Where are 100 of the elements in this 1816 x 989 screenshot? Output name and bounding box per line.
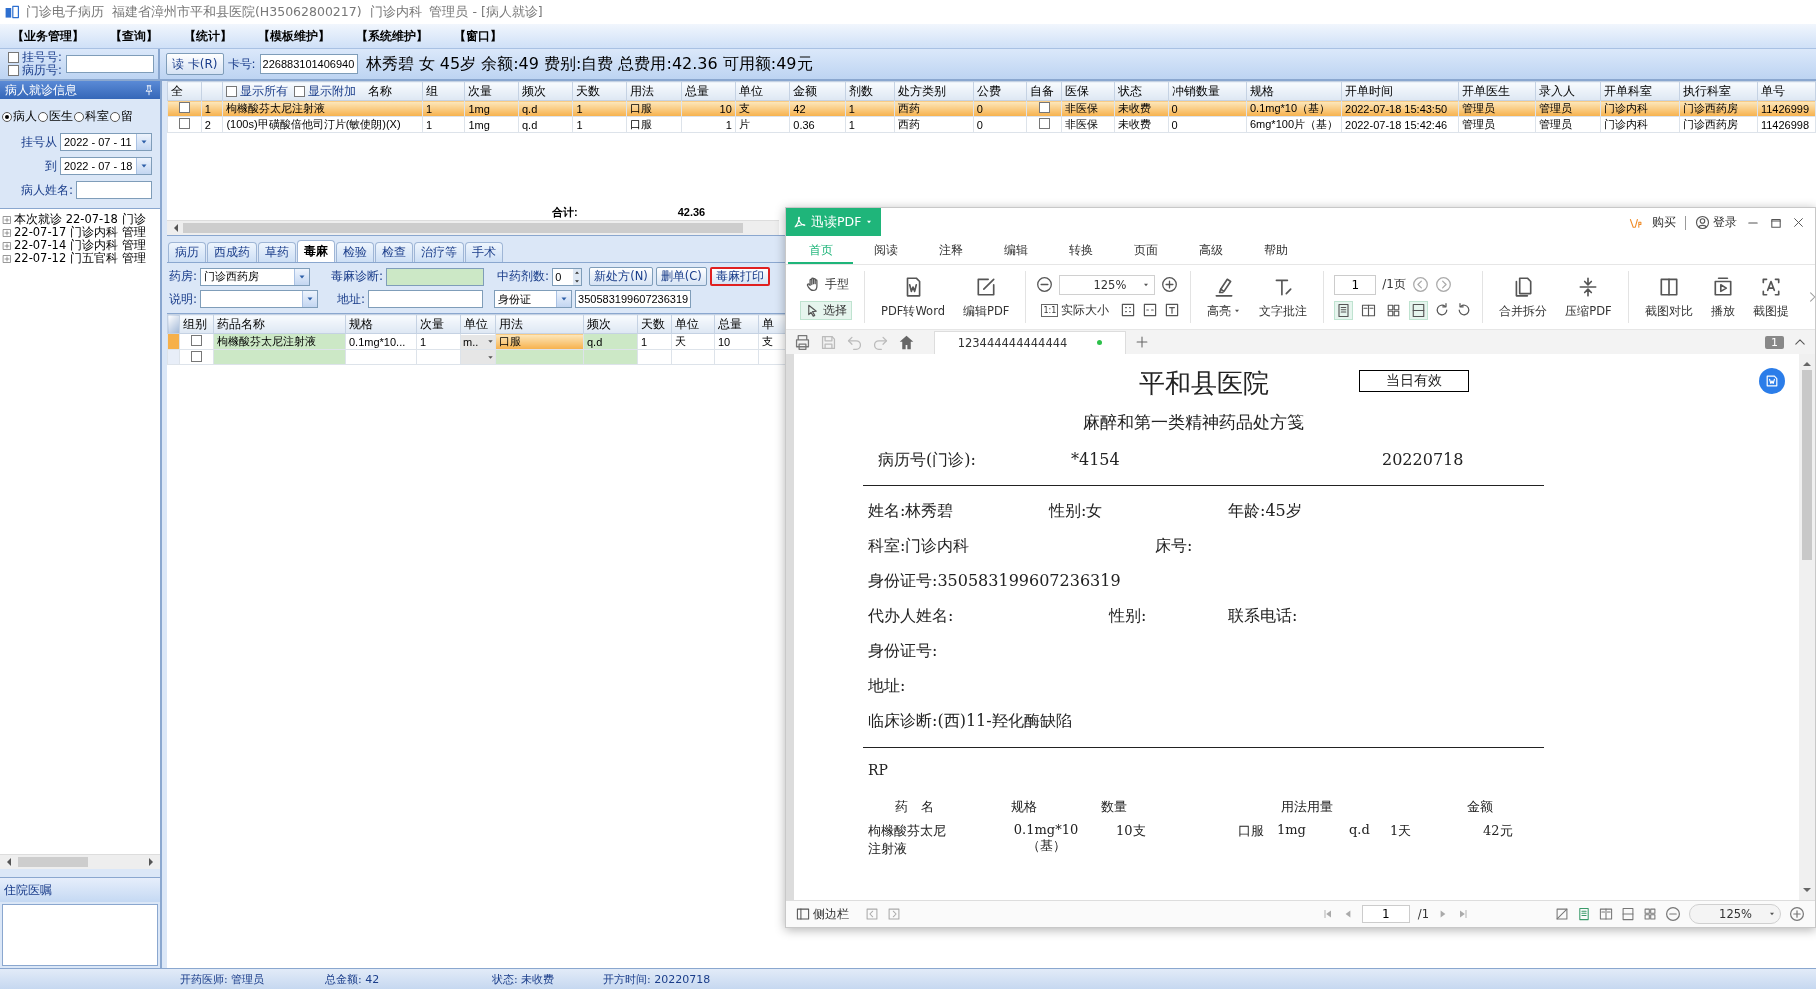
checkbox[interactable]: 挂号号: bbox=[8, 51, 62, 64]
tab[interactable]: 病历 bbox=[168, 242, 206, 262]
visit-item[interactable]: 本次就诊 22-07-18 门诊 bbox=[14, 212, 146, 227]
visit-item[interactable]: 22-07-17 门诊内科 管理 bbox=[14, 225, 146, 240]
login-button[interactable]: 登录 bbox=[1695, 214, 1737, 231]
checkbox[interactable] bbox=[191, 350, 202, 362]
zoom-in-icon[interactable] bbox=[1161, 276, 1179, 293]
edit-icon[interactable] bbox=[975, 275, 998, 298]
ribbon-tab[interactable]: 编辑 bbox=[983, 238, 1048, 264]
horizontal-scrollbar[interactable] bbox=[0, 854, 160, 869]
checkbox[interactable] bbox=[178, 118, 190, 129]
zoom-dropdown[interactable]: 125% bbox=[1689, 904, 1781, 924]
screenshot-extract-button[interactable]: 截图提 bbox=[1746, 275, 1795, 319]
forward-icon[interactable] bbox=[887, 907, 901, 921]
previous-page-icon[interactable] bbox=[1411, 276, 1429, 293]
ribbon-tab[interactable]: 转换 bbox=[1048, 238, 1113, 264]
visit-item[interactable]: 22-07-12 门五官科 管理 bbox=[14, 251, 146, 266]
tab[interactable]: 草药 bbox=[258, 242, 296, 262]
checkbox[interactable] bbox=[191, 335, 202, 346]
tab[interactable]: 治疗等 bbox=[414, 242, 464, 262]
fit-page-icon[interactable] bbox=[1120, 302, 1137, 318]
checkbox[interactable]: 显示附加 bbox=[294, 83, 357, 99]
checkbox[interactable] bbox=[178, 102, 190, 113]
expand-icon[interactable] bbox=[2, 227, 12, 238]
close-icon[interactable] bbox=[1792, 216, 1805, 229]
pharmacy-dropdown[interactable]: 门诊西药房 bbox=[200, 267, 311, 286]
first-page-icon[interactable] bbox=[1321, 908, 1334, 920]
form-button[interactable]: 毒麻打印 bbox=[709, 267, 770, 286]
play-button[interactable]: 播放 bbox=[1704, 275, 1741, 319]
buy-button[interactable]: 购买 bbox=[1652, 214, 1676, 231]
checkbox[interactable]: 病历号: bbox=[8, 64, 62, 77]
note-dropdown[interactable] bbox=[200, 290, 319, 308]
zoom-dropdown[interactable]: 125% bbox=[1059, 274, 1156, 295]
hand-tool-button[interactable]: 手型 bbox=[800, 274, 854, 295]
expand-icon[interactable] bbox=[2, 240, 12, 251]
card-number-field[interactable]: 226883101406940 bbox=[259, 54, 358, 74]
split-view-icon[interactable] bbox=[1657, 275, 1680, 298]
document-tab[interactable]: 123444444444444 bbox=[934, 330, 1126, 354]
grid-icon[interactable] bbox=[1643, 907, 1657, 921]
tab[interactable]: 检查 bbox=[375, 242, 413, 262]
highlight-button[interactable]: 高亮 bbox=[1201, 275, 1248, 319]
back-icon[interactable] bbox=[865, 907, 879, 921]
zoom-out-icon[interactable] bbox=[1036, 276, 1054, 293]
radio-button[interactable]: 医生 bbox=[38, 108, 73, 125]
zoom-in-icon[interactable] bbox=[1789, 906, 1805, 922]
ribbon-tab[interactable]: 阅读 bbox=[853, 238, 918, 264]
ribbon-tab[interactable]: 页面 bbox=[1113, 238, 1178, 264]
cursor-icon[interactable] bbox=[805, 303, 820, 318]
radio-button[interactable]: 留 bbox=[110, 108, 133, 125]
form-button[interactable]: 新处方(N) bbox=[589, 267, 653, 286]
tab[interactable]: 毒麻 bbox=[297, 240, 335, 262]
read-card-button[interactable]: 读 卡(R) bbox=[166, 53, 224, 75]
single-page-button[interactable] bbox=[1334, 300, 1354, 320]
visit-item[interactable]: 22-07-14 门诊内科 管理 bbox=[14, 238, 146, 253]
ribbon-tab[interactable]: 帮助 bbox=[1243, 238, 1308, 264]
pdf-logo-icon[interactable] bbox=[793, 215, 807, 229]
screenshot-compare-button[interactable]: 截图对比 bbox=[1638, 275, 1699, 319]
table-row[interactable]: 1 枸橼酸芬太尼注射液 1 1mg q.d 1 口服 10 支 42 1 西药 0 非医保 未收费 0 0.1mg*10（基） 2022-07-18 15:43:50 管理员 管理员 门诊内科 门诊西药房 11426999 bbox=[167, 100, 1816, 117]
unit-dropdown[interactable]: m.. bbox=[461, 334, 495, 349]
fit-width-icon[interactable] bbox=[1142, 302, 1159, 318]
user-icon[interactable] bbox=[1695, 215, 1710, 230]
compress-pdf-button[interactable]: 压缩PDF bbox=[1559, 275, 1618, 319]
checkbox[interactable] bbox=[1038, 102, 1050, 113]
expand-icon[interactable] bbox=[2, 214, 12, 225]
last-page-icon[interactable] bbox=[1457, 908, 1469, 920]
page-number-field[interactable]: 1 bbox=[1334, 274, 1377, 295]
print-icon[interactable] bbox=[794, 333, 811, 351]
radio-button[interactable]: 病人 bbox=[2, 108, 37, 125]
tab[interactable]: 手术 bbox=[465, 242, 503, 262]
pin-icon[interactable] bbox=[143, 84, 155, 96]
home-icon[interactable] bbox=[898, 333, 915, 351]
next-page-icon[interactable] bbox=[1434, 276, 1452, 293]
checkbox[interactable]: 显示所有 bbox=[226, 83, 289, 99]
menu-item[interactable]: 【系统维护】 bbox=[354, 28, 430, 44]
continuous-page-icon[interactable] bbox=[1621, 907, 1635, 921]
single-page-icon[interactable] bbox=[1577, 907, 1591, 921]
two-page-icon[interactable] bbox=[1599, 907, 1613, 921]
date-field[interactable]: 2022 - 07 - 18 bbox=[60, 157, 152, 175]
vertical-scrollbar[interactable] bbox=[1799, 354, 1815, 900]
patient-name-field[interactable] bbox=[76, 181, 152, 199]
address-field[interactable] bbox=[368, 290, 484, 308]
fit-icon[interactable] bbox=[1555, 907, 1569, 921]
horizontal-scrollbar[interactable] bbox=[167, 220, 779, 235]
text-note-button[interactable]: 文字批注 bbox=[1253, 275, 1314, 319]
add-tab-icon[interactable] bbox=[1135, 335, 1149, 349]
page-number-field[interactable]: 1 bbox=[1361, 905, 1410, 923]
edit-pdf-button[interactable]: 编辑PDF bbox=[956, 275, 1016, 319]
tab[interactable]: 检验 bbox=[336, 242, 374, 262]
radio-button[interactable]: 科室 bbox=[74, 108, 109, 125]
lookup-field[interactable] bbox=[65, 55, 154, 73]
zoom-out-icon[interactable] bbox=[1665, 906, 1681, 922]
checkbox[interactable] bbox=[1038, 118, 1050, 129]
date-field[interactable]: 2022 - 07 - 11 bbox=[60, 133, 152, 151]
diagnosis-field[interactable] bbox=[386, 267, 485, 286]
tab[interactable]: 西成药 bbox=[207, 242, 257, 262]
ribbon-tab[interactable]: 注释 bbox=[918, 238, 983, 264]
id-number-field[interactable]: 350583199607236319 bbox=[575, 290, 692, 308]
herb-doses-spinner[interactable]: 0 bbox=[552, 267, 583, 286]
form-button[interactable]: 删单(C) bbox=[655, 267, 707, 286]
play-icon[interactable] bbox=[1711, 275, 1734, 298]
